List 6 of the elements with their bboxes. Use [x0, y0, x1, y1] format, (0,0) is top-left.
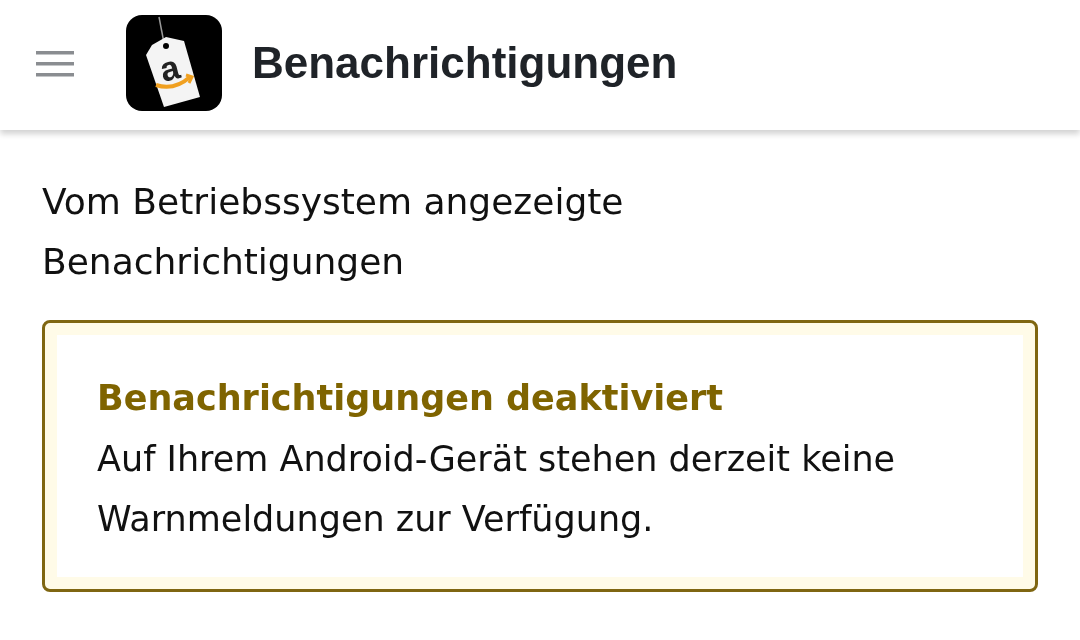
- page-title: Benachrichtigungen: [252, 38, 678, 88]
- section-heading: Vom Betriebssystem angezeigte Benachrichtigungen: [42, 180, 625, 284]
- alert-message: Auf Ihrem Android-Gerät stehen derzeit keine Warnmeldungen zur Verfügung.: [97, 438, 897, 541]
- app-logo: a: [126, 15, 222, 111]
- menu-icon[interactable]: [36, 51, 74, 77]
- alert-title: Benachrichtigungen deaktiviert: [97, 377, 724, 420]
